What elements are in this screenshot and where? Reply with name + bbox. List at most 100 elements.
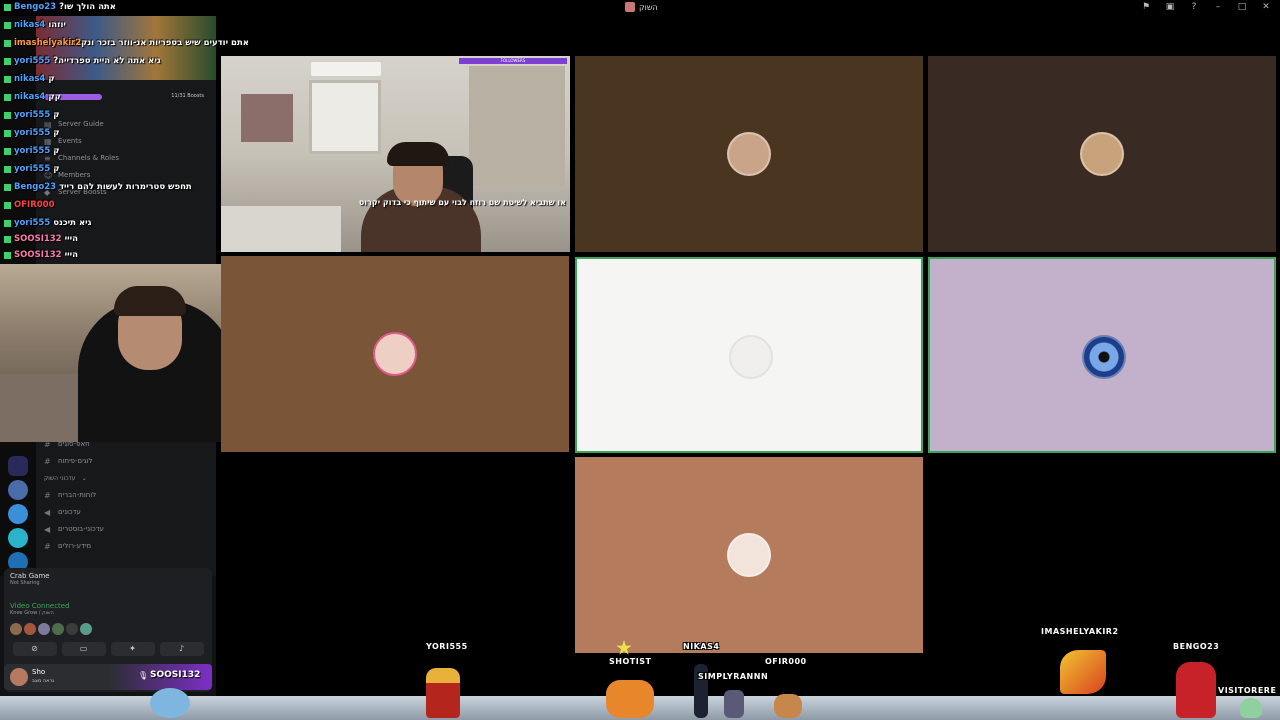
mic-icon[interactable]: 🎙 <box>138 671 148 680</box>
sub-badge-icon <box>4 165 11 173</box>
close-icon[interactable]: ✕ <box>1260 2 1272 12</box>
player-name: VISITORERE <box>1218 686 1277 695</box>
chat-user: SOOSI132 <box>14 250 62 260</box>
channel-item[interactable]: # מידע-רולים <box>44 538 104 555</box>
chat-user: yori555 <box>14 146 51 156</box>
maximize-icon[interactable]: □ <box>1236 2 1248 12</box>
avatar[interactable] <box>24 623 36 635</box>
speaker-icon: ◀ <box>44 508 51 517</box>
chat-message: yori555 ק <box>4 146 60 156</box>
voice-channel-name: Knee Grow / השוק <box>10 610 54 616</box>
channel-category[interactable]: עדכוני השוק ⌄ <box>44 470 104 487</box>
cam-shelf <box>469 66 565 186</box>
account-status: נראה מצב <box>32 678 55 684</box>
soundboard-icon[interactable]: ♪ <box>159 642 204 656</box>
chat-text: הייי <box>64 234 78 244</box>
channel-label: לוגים-פיתוח <box>58 457 93 465</box>
chat-user: OFIR000 <box>14 200 55 210</box>
avatar[interactable] <box>10 668 28 686</box>
player-sprite <box>1240 698 1262 718</box>
chat-text: ק <box>53 128 60 138</box>
activity-sub: Not Sharing <box>10 580 40 586</box>
pin-icon[interactable]: ⚑ <box>1140 2 1152 12</box>
sub-badge-icon <box>4 235 11 243</box>
help-icon[interactable]: ? <box>1188 2 1200 12</box>
chat-message: Bengo23 ?אתה הולך שו <box>4 2 116 12</box>
voice-status[interactable]: Video Connected Knee Grow / השוק <box>10 602 70 616</box>
voice-controls: ⊘ ▭ ✦ ♪ <box>10 642 206 656</box>
chat-message: nikas4 קק <box>4 92 61 102</box>
chat-message: nikas4 ק <box>4 74 55 84</box>
channel-item[interactable]: ◀ עדכוני-בוסטרים <box>44 521 104 538</box>
cam-person-hair <box>387 142 449 166</box>
chat-text: ק <box>48 74 55 84</box>
server-icon-v[interactable] <box>8 528 28 548</box>
video-tile[interactable] <box>928 56 1276 252</box>
video-tile-speaking[interactable] <box>928 257 1276 453</box>
player-name: OFIR000 <box>765 657 807 666</box>
channel-label: מידע-רולים <box>58 542 92 550</box>
stream-screen: השוק ⚑ ▣ ? – □ ✕ 11/31 Boosts ▤ Server Gu… <box>0 0 1280 720</box>
channel-item[interactable]: # לוחות-הבריח <box>44 487 104 504</box>
video-tile[interactable] <box>575 457 923 653</box>
avatar[interactable] <box>10 623 22 635</box>
chat-message: imashelyakir2 <box>4 38 81 48</box>
window-title: השוק <box>625 2 658 12</box>
chat-text: ק <box>53 110 60 120</box>
window-controls: ⚑ ▣ ? – □ ✕ <box>1140 2 1272 12</box>
chat-text: גיא תיכנס <box>53 218 92 228</box>
chat-text: יוזהו <box>48 20 66 30</box>
hash-icon: # <box>44 457 51 466</box>
server-icon-pr[interactable] <box>8 456 28 476</box>
followers-bar: FOLLOWERS <box>459 58 567 64</box>
avatar <box>1080 132 1124 176</box>
screen-share-icon[interactable]: ▭ <box>61 642 106 656</box>
video-tile-speaking[interactable] <box>575 257 923 453</box>
avatar[interactable] <box>52 623 64 635</box>
player-sprite <box>774 694 802 718</box>
chat-user: yori555 <box>14 164 51 174</box>
sub-badge-icon <box>4 75 11 83</box>
inbox-icon[interactable]: ▣ <box>1164 2 1176 12</box>
chat-text: אתם יודעים שיש בספריות אנ-ווזר בזכר ונקב… <box>70 38 249 48</box>
sub-badge-icon <box>4 111 11 119</box>
player-name: NIKAS4 <box>683 642 720 651</box>
sub-badge-icon <box>4 129 11 137</box>
chat-text: ?גיא אתה לא היית ספרדייה <box>53 56 161 66</box>
category-label: עדכוני השוק <box>44 475 76 482</box>
stream-chat-overlay: Bengo23 ?אתה הולך שו nikas4 יוזהו אתם יודע… <box>0 0 300 262</box>
server-icon-game[interactable] <box>8 480 28 500</box>
chat-user: nikas4 <box>14 92 46 102</box>
player-sprite <box>724 690 744 718</box>
player-name: SHOTIST <box>609 657 652 666</box>
sub-badge-icon <box>4 3 11 11</box>
avatar <box>1082 335 1126 379</box>
chat-user: nikas4 <box>14 74 46 84</box>
avatar <box>373 332 417 376</box>
hash-icon: # <box>44 542 51 551</box>
avatar[interactable] <box>38 623 50 635</box>
server-icon-blue[interactable] <box>8 504 28 524</box>
camera-off-icon[interactable]: ⊘ <box>12 642 57 656</box>
activity-row[interactable]: Crab Game Not Sharing <box>10 572 50 586</box>
video-tile[interactable] <box>575 56 923 252</box>
video-tile[interactable] <box>221 256 569 452</box>
chat-user: SOOSI132 <box>14 234 62 244</box>
window-title-text: השוק <box>639 2 658 12</box>
chat-text: ק <box>53 146 60 156</box>
avatar[interactable] <box>80 623 92 635</box>
activities-icon[interactable]: ✦ <box>110 642 155 656</box>
chat-user: Bengo23 <box>14 182 57 192</box>
channel-item[interactable]: ◀ עדכונים <box>44 504 104 521</box>
chat-message: yori555 ק <box>4 164 60 174</box>
chat-message: yori555 ?גיא אתה לא היית ספרדייה <box>4 56 161 66</box>
channel-item[interactable]: # לוגים-פיתוח <box>44 453 104 470</box>
avatar[interactable] <box>66 623 78 635</box>
player-sprite <box>606 680 654 718</box>
cam-person-hair <box>114 286 186 316</box>
player-name: SIMPLYRANNN <box>698 672 769 681</box>
chat-message: אתם יודעים שיש בספריות אנ-ווזר בזכר ונקב… <box>70 38 249 48</box>
minimize-icon[interactable]: – <box>1212 2 1224 12</box>
activity-name: Crab Game <box>10 572 50 580</box>
speaker-icon: ◀ <box>44 525 51 534</box>
